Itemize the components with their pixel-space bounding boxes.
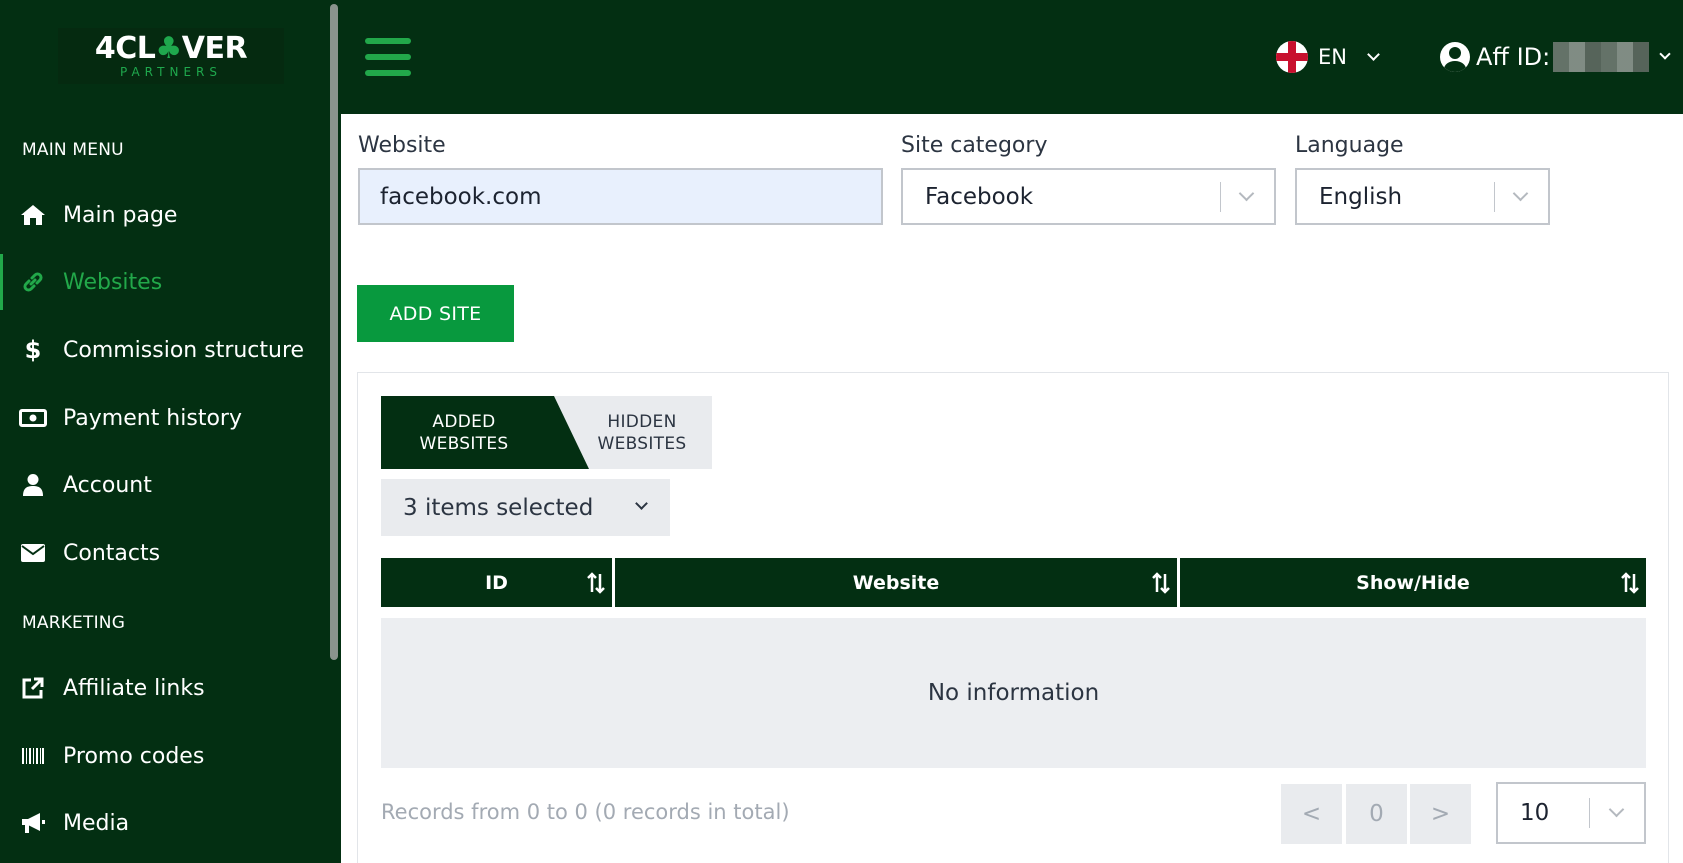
- sidebar-item-media[interactable]: Media: [0, 795, 330, 851]
- marketing-title: MARKETING: [22, 613, 126, 633]
- megaphone-icon: [19, 809, 47, 837]
- tab-added-websites[interactable]: ADDED WEBSITES: [381, 411, 547, 455]
- sort-icon: [1152, 572, 1170, 594]
- brand-logo[interactable]: 4CL♣VER PARTNERS: [58, 28, 284, 84]
- add-site-button[interactable]: ADD SITE: [357, 285, 514, 342]
- language-label: Language: [1295, 133, 1404, 158]
- page-size-value: 10: [1520, 800, 1550, 826]
- sidebar-item-promo-codes[interactable]: Promo codes: [0, 728, 330, 784]
- language-select[interactable]: English: [1295, 168, 1550, 225]
- link-icon: [19, 268, 47, 296]
- chevron-down-icon: [1367, 47, 1380, 61]
- barcode-icon: [19, 742, 47, 770]
- records-summary: Records from 0 to 0 (0 records in total): [381, 800, 790, 824]
- sidebar-item-payment-history[interactable]: Payment history: [0, 390, 330, 446]
- sidebar-item-websites[interactable]: Websites: [0, 254, 330, 310]
- hamburger-menu-icon[interactable]: [365, 38, 411, 76]
- next-page-button[interactable]: >: [1410, 784, 1471, 844]
- sidebar-item-label: Main page: [63, 202, 178, 228]
- sidebar-item-commission-structure[interactable]: $ Commission structure: [0, 322, 330, 378]
- user-icon: [19, 471, 47, 499]
- select-divider: [1220, 182, 1221, 212]
- sidebar-scrollbar[interactable]: [330, 4, 338, 660]
- uk-flag-icon: [1276, 41, 1308, 73]
- website-input[interactable]: facebook.com: [358, 168, 883, 225]
- sidebar-item-main-page[interactable]: Main page: [0, 187, 330, 243]
- site-category-select[interactable]: Facebook: [901, 168, 1276, 225]
- home-icon: [19, 201, 47, 229]
- logo-subtitle: PARTNERS: [120, 64, 222, 79]
- sidebar-item-label: Payment history: [63, 405, 242, 431]
- sort-icon: [1621, 572, 1639, 594]
- select-divider: [1589, 798, 1590, 828]
- sidebar-item-label: Contacts: [63, 540, 161, 566]
- sidebar-item-affiliate-links[interactable]: Affiliate links: [0, 660, 330, 716]
- dollar-icon: $: [24, 336, 42, 364]
- sidebar-item-label: Commission structure: [63, 337, 305, 363]
- language-value: English: [1319, 183, 1403, 210]
- chevron-down-icon: [1608, 801, 1625, 818]
- clover-icon: ♣: [155, 30, 182, 66]
- banknote-icon: [19, 404, 47, 432]
- chevron-down-icon: [635, 497, 648, 510]
- page-size-select[interactable]: 10: [1496, 782, 1646, 844]
- sidebar-item-account[interactable]: Account: [0, 457, 330, 513]
- aff-id-label: Aff ID:: [1476, 43, 1551, 71]
- language-switcher[interactable]: EN: [1276, 40, 1380, 74]
- website-input-value: facebook.com: [380, 183, 542, 210]
- sidebar-item-label: Media: [63, 810, 130, 836]
- top-header: EN Aff ID:: [341, 0, 1683, 114]
- select-divider: [1494, 182, 1495, 212]
- main-menu-title: MAIN MENU: [22, 140, 124, 160]
- sort-icon: [587, 572, 605, 594]
- column-header-id[interactable]: ID: [381, 558, 612, 607]
- sidebar: 4CL♣VER PARTNERS MAIN MENU Main page Web…: [0, 0, 341, 863]
- sidebar-item-label: Websites: [63, 269, 163, 295]
- website-tabs: ADDED WEBSITES HIDDEN WEBSITES: [381, 396, 712, 469]
- items-filter-select[interactable]: 3 items selected: [381, 479, 670, 536]
- prev-page-button[interactable]: <: [1281, 784, 1342, 844]
- current-page-indicator[interactable]: 0: [1346, 784, 1407, 844]
- empty-state-text: No information: [927, 680, 1100, 706]
- sidebar-item-label: Affiliate links: [63, 675, 205, 701]
- table-empty-state: No information: [381, 618, 1646, 768]
- chevron-down-icon: [1659, 48, 1671, 60]
- chevron-down-icon: [1238, 185, 1255, 202]
- sidebar-item-contacts[interactable]: Contacts: [0, 525, 330, 581]
- site-category-value: Facebook: [925, 183, 1034, 210]
- envelope-icon: [19, 539, 47, 567]
- external-link-icon: [19, 674, 47, 702]
- redacted-aff-id: [1553, 42, 1650, 72]
- logo-wordmark: 4CL♣VER: [94, 30, 248, 66]
- items-filter-value: 3 items selected: [403, 494, 594, 521]
- website-label: Website: [358, 133, 446, 158]
- site-category-label: Site category: [901, 133, 1048, 158]
- column-header-show-hide[interactable]: Show/Hide: [1180, 558, 1646, 607]
- language-code: EN: [1318, 45, 1347, 69]
- tab-hidden-websites[interactable]: HIDDEN WEBSITES: [577, 411, 707, 455]
- chevron-down-icon: [1512, 185, 1529, 202]
- sidebar-item-label: Promo codes: [63, 743, 205, 769]
- sidebar-item-label: Account: [63, 472, 152, 498]
- user-avatar-icon: [1440, 42, 1470, 72]
- column-header-website[interactable]: Website: [615, 558, 1177, 607]
- user-menu[interactable]: Aff ID:: [1440, 40, 1671, 74]
